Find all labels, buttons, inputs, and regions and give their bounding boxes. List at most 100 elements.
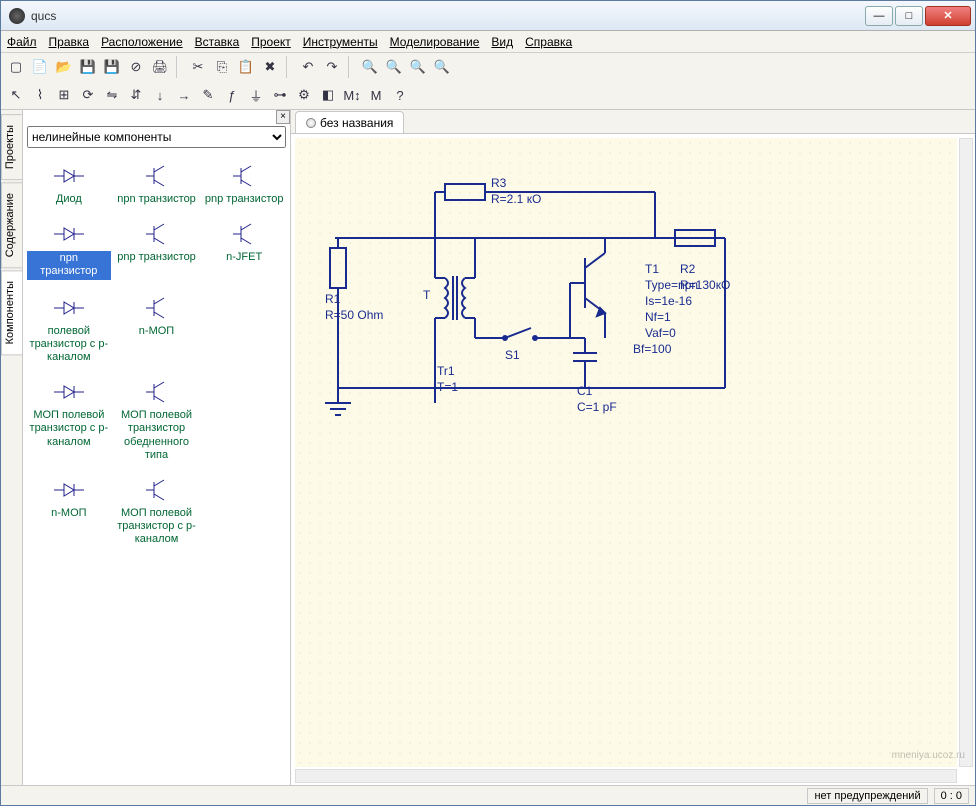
- new-text-button[interactable]: 📄: [29, 56, 51, 78]
- tab-contents[interactable]: Содержание: [1, 182, 22, 268]
- menu-insert[interactable]: Вставка: [195, 35, 240, 49]
- palette-item-label: n-JFET: [226, 251, 262, 264]
- palette-grid[interactable]: Диодnpn транзисторpnp транзисторnpn тран…: [23, 152, 290, 785]
- tab-components[interactable]: Компоненты: [1, 270, 22, 355]
- zoom-1-button[interactable]: 🔍: [431, 56, 453, 78]
- zoom-out-button[interactable]: 🔍: [383, 56, 405, 78]
- status-bar: нет предупреждений 0 : 0: [1, 785, 975, 805]
- rotate-button[interactable]: ⟳: [77, 84, 99, 106]
- menubar: Файл Правка Расположение Вставка Проект …: [1, 31, 975, 53]
- tab-untitled[interactable]: без названия: [295, 111, 404, 133]
- palette-item[interactable]: npn транзистор: [25, 216, 113, 289]
- palette-item[interactable]: МОП полевой транзистор обедненного типа: [113, 374, 201, 472]
- simulate-button[interactable]: ⚙: [293, 84, 315, 106]
- zoom-fit-button[interactable]: 🔍: [407, 56, 429, 78]
- palette-item[interactable]: [200, 374, 288, 472]
- r1-name: R1: [325, 292, 340, 306]
- palette-item[interactable]: npn транзистор: [113, 158, 201, 216]
- menu-project[interactable]: Проект: [251, 35, 291, 49]
- marker-text-button[interactable]: M: [365, 84, 387, 106]
- pointer-button[interactable]: ↖: [5, 84, 27, 106]
- save-button[interactable]: 💾: [77, 56, 99, 78]
- schematic-canvas[interactable]: R3 R=2.1 кО R1 R=50 Ohm R2 R=130кО T1 Ty…: [295, 138, 957, 767]
- palette-item[interactable]: Диод: [25, 158, 113, 216]
- palette-item[interactable]: n-МОП: [25, 472, 113, 557]
- palette-item[interactable]: МОП полевой транзистор с p-каналом: [113, 472, 201, 557]
- save-all-button[interactable]: 💾: [101, 56, 123, 78]
- undo-button[interactable]: ↶: [297, 56, 319, 78]
- document-icon: [306, 118, 316, 128]
- minimize-button[interactable]: —: [865, 6, 893, 26]
- t1-p0: Type=npn: [645, 278, 698, 292]
- mirror-v-button[interactable]: ⇵: [125, 84, 147, 106]
- close-button[interactable]: ⊘: [125, 56, 147, 78]
- category-select[interactable]: нелинейные компоненты: [27, 126, 286, 148]
- palette-item-label: npn транзистор: [117, 193, 196, 206]
- t1-name: T1: [645, 262, 659, 276]
- menu-file[interactable]: Файл: [7, 35, 37, 49]
- component-icon: [137, 220, 177, 248]
- new-file-button[interactable]: ▢: [5, 56, 27, 78]
- copy-button[interactable]: ⎘: [211, 56, 233, 78]
- insert-port-button[interactable]: ⊶: [269, 84, 291, 106]
- palette-item[interactable]: pnp транзистор: [200, 158, 288, 216]
- move-down-button[interactable]: ↓: [149, 84, 171, 106]
- component-icon: [49, 476, 89, 504]
- palette-close-icon[interactable]: ×: [276, 110, 290, 124]
- r3-name: R3: [491, 176, 506, 190]
- vertical-scrollbar[interactable]: [959, 138, 973, 767]
- component-icon: [224, 294, 264, 322]
- s1-name: S1: [505, 348, 520, 362]
- move-right-button[interactable]: →: [173, 84, 195, 106]
- insert-label-button[interactable]: ⊞: [53, 84, 75, 106]
- menu-position[interactable]: Расположение: [101, 35, 183, 49]
- palette-item[interactable]: полевой транзистор с p-каналом: [25, 290, 113, 375]
- palette-item[interactable]: n-МОП: [113, 290, 201, 375]
- insert-equation-button[interactable]: ƒ: [221, 84, 243, 106]
- component-icon: [137, 162, 177, 190]
- palette-item-label: n-МОП: [139, 325, 174, 338]
- t1-p4: Bf=100: [633, 342, 671, 356]
- horizontal-scrollbar[interactable]: [295, 769, 957, 783]
- menu-simulation[interactable]: Моделирование: [390, 35, 480, 49]
- open-button[interactable]: 📂: [53, 56, 75, 78]
- palette-item[interactable]: [200, 472, 288, 557]
- delete-button[interactable]: ✖: [259, 56, 281, 78]
- component-icon: [224, 220, 264, 248]
- menu-tools[interactable]: Инструменты: [303, 35, 378, 49]
- print-button[interactable]: 🖨: [149, 56, 171, 78]
- set-marker-button[interactable]: M↕: [341, 84, 363, 106]
- menu-edit[interactable]: Правка: [49, 35, 90, 49]
- t1-p1: Is=1e-16: [645, 294, 692, 308]
- palette-item[interactable]: МОП полевой транзистор с p-каналом: [25, 374, 113, 472]
- zoom-in-button[interactable]: 🔍: [359, 56, 381, 78]
- app-icon: [9, 8, 25, 24]
- palette-item[interactable]: n-JFET: [200, 216, 288, 289]
- palette-item-label: полевой транзистор с p-каналом: [27, 325, 111, 365]
- component-palette: × нелинейные компоненты Диодnpn транзист…: [23, 110, 291, 785]
- component-icon: [137, 378, 177, 406]
- tab-projects[interactable]: Проекты: [1, 114, 22, 180]
- palette-item[interactable]: [200, 290, 288, 375]
- c1-val: C=1 pF: [577, 400, 617, 414]
- close-button[interactable]: ✕: [925, 6, 971, 26]
- t1-p3: Vaf=0: [645, 326, 676, 340]
- help-button[interactable]: ?: [389, 84, 411, 106]
- show-results-button[interactable]: ◧: [317, 84, 339, 106]
- palette-item[interactable]: pnp транзистор: [113, 216, 201, 289]
- menu-help[interactable]: Справка: [525, 35, 572, 49]
- insert-wire-button[interactable]: ⌇: [29, 84, 51, 106]
- redo-button[interactable]: ↷: [321, 56, 343, 78]
- component-icon: [137, 476, 177, 504]
- tr-label: T: [423, 288, 430, 302]
- maximize-button[interactable]: □: [895, 6, 923, 26]
- paste-button[interactable]: 📋: [235, 56, 257, 78]
- deactivate-button[interactable]: ✎: [197, 84, 219, 106]
- canvas-area: R3 R=2.1 кО R1 R=50 Ohm R2 R=130кО T1 Ty…: [291, 134, 975, 785]
- menu-view[interactable]: Вид: [491, 35, 513, 49]
- watermark: mneniya.ucoz.ru: [892, 750, 965, 761]
- r3-val: R=2.1 кО: [491, 192, 541, 206]
- insert-ground-button[interactable]: ⏚: [245, 84, 267, 106]
- mirror-h-button[interactable]: ⇋: [101, 84, 123, 106]
- cut-button[interactable]: ✂: [187, 56, 209, 78]
